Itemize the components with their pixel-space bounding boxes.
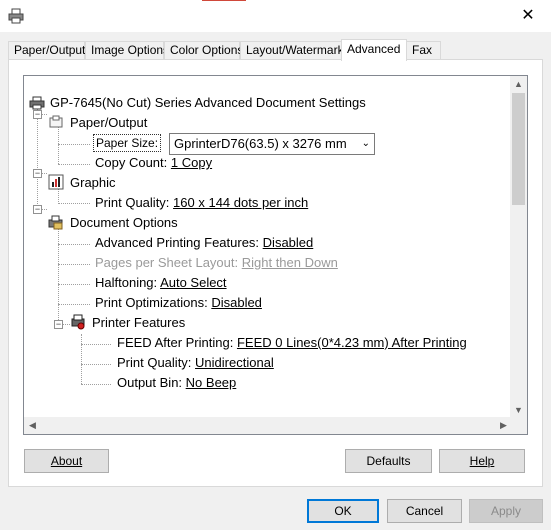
tab-fax[interactable]: Fax [406,41,441,60]
scrollbar-corner [510,417,527,434]
tree-printer-features[interactable]: Printer Features [92,314,185,332]
tree-document-options[interactable]: Document Options [70,214,178,232]
collapse-icon[interactable]: − [54,320,63,329]
tab-image-options[interactable]: Image Options [85,41,169,60]
tab-advanced[interactable]: Advanced [341,39,407,61]
tree-paper-output[interactable]: Paper/Output [70,114,147,132]
graphic-icon [48,174,64,190]
vertical-scrollbar[interactable]: ▲ ▼ [510,76,527,419]
horizontal-scrollbar[interactable]: ◀ ▶ [24,417,512,434]
tree-root-label: GP-7645(No Cut) Series Advanced Document… [50,95,366,110]
apply-button: Apply [469,499,543,523]
copy-count-setting[interactable]: Copy Count: 1 Copy [95,154,212,172]
scroll-left-icon[interactable]: ◀ [24,417,41,434]
pages-per-sheet-setting: Pages per Sheet Layout: Right then Down [95,255,338,270]
collapse-icon[interactable]: − [33,110,42,119]
tree-graphic[interactable]: Graphic [70,174,116,192]
halftoning-setting[interactable]: Halftoning: Auto Select [95,274,227,292]
printer-features-icon [71,314,85,330]
tab-color-options[interactable]: Color Options [164,41,243,60]
help-button[interactable]: Help [439,449,525,473]
ok-button[interactable]: OK [307,499,379,523]
scroll-thumb[interactable] [512,93,525,205]
settings-tree: GP-7645(No Cut) Series Advanced Document… [23,75,528,435]
collapse-icon[interactable]: − [33,205,42,214]
printer-print-quality-setting[interactable]: Print Quality: Unidirectional [117,354,274,372]
tab-layout-watermark[interactable]: Layout/Watermark [240,41,344,60]
advanced-panel: GP-7645(No Cut) Series Advanced Document… [8,59,543,487]
collapse-icon[interactable]: − [33,169,42,178]
feed-after-printing-setting[interactable]: FEED After Printing: FEED 0 Lines(0*4.23… [117,334,467,352]
print-quality-setting[interactable]: Print Quality: 160 x 144 dots per inch [95,194,308,212]
document-options-icon [48,215,63,230]
about-button[interactable]: About [24,449,109,473]
output-bin-setting[interactable]: Output Bin: No Beep [117,374,236,392]
paper-size-dropdown[interactable]: GprinterD76(63.5) x 3276 mm ⌄ [169,133,375,155]
advanced-printing-features-setting[interactable]: Advanced Printing Features: Disabled [95,234,313,252]
cancel-button[interactable]: Cancel [387,499,462,523]
paper-output-icon [49,115,63,128]
chevron-down-icon: ⌄ [361,138,370,149]
paper-size-value: GprinterD76(63.5) x 3276 mm [174,136,347,151]
print-optimizations-setting[interactable]: Print Optimizations: Disabled [95,294,262,312]
accent-strip [202,0,246,1]
close-icon: ✕ [521,7,535,24]
close-button[interactable]: ✕ [505,0,551,30]
printer-icon [8,8,24,24]
tab-paper-output[interactable]: Paper/Output [8,41,85,60]
scroll-up-icon[interactable]: ▲ [510,76,527,93]
defaults-button[interactable]: Defaults [345,449,432,473]
title-bar: ✕ [0,0,551,32]
paper-size-label: Paper Size: [93,134,162,152]
